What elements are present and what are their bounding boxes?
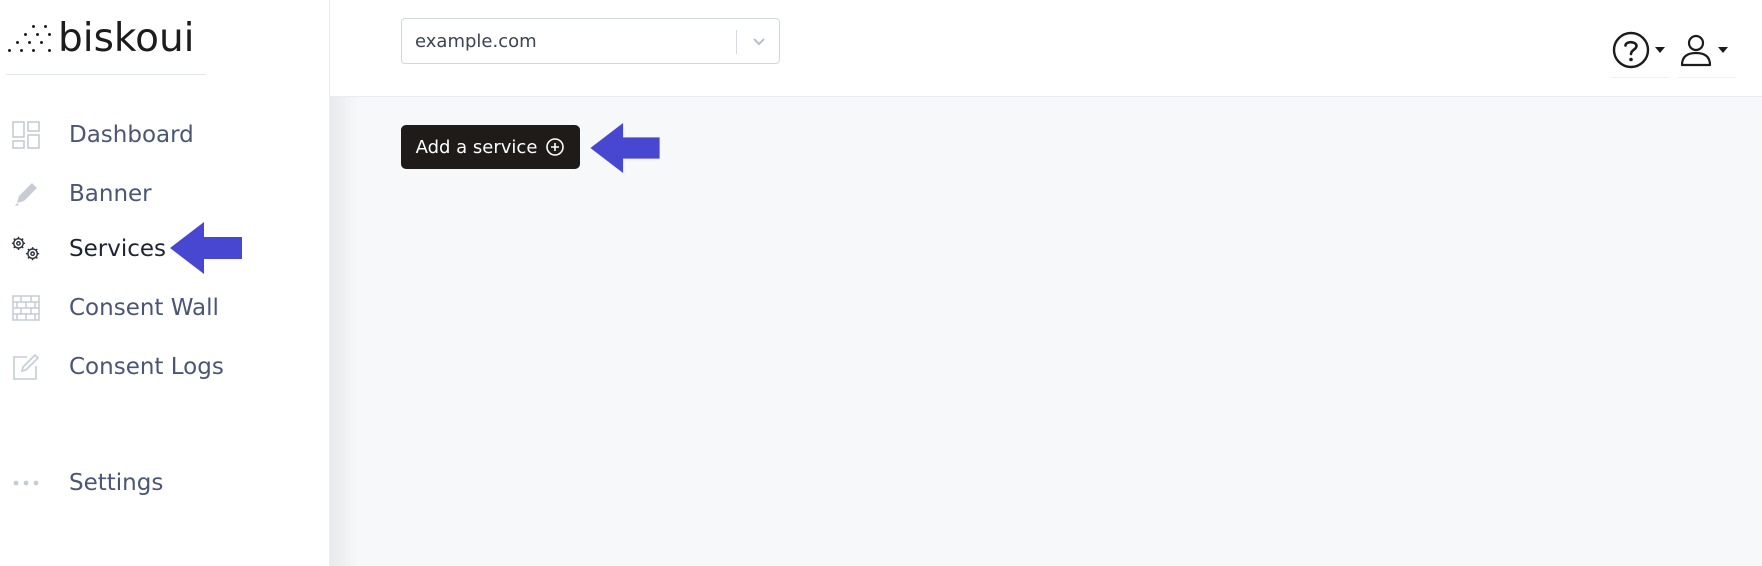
annotation-arrow-icon (170, 222, 242, 274)
dashboard-icon (10, 119, 42, 151)
help-circle-icon (1612, 31, 1650, 68)
add-service-label: Add a service (415, 136, 538, 158)
user-icon (1680, 34, 1712, 66)
sidebar-item-label: Consent Wall (69, 295, 219, 321)
sidebar-item-dashboard[interactable]: Dashboard (0, 113, 330, 157)
sidebar-item-label: Consent Logs (69, 354, 224, 380)
gears-icon (10, 233, 42, 265)
main-content: Add a service (330, 97, 1762, 566)
sidebar-shadow (330, 97, 360, 566)
sidebar-item-settings[interactable]: Settings (0, 461, 330, 505)
sidebar-item-label: Services (69, 236, 166, 262)
pencil-icon (10, 178, 42, 210)
divider (6, 74, 206, 75)
caret-down-icon (1655, 46, 1665, 53)
sidebar-item-banner[interactable]: Banner (0, 172, 330, 216)
sidebar-item-consent-logs[interactable]: Consent Logs (0, 345, 330, 389)
sidebar-item-label: Dashboard (69, 122, 194, 148)
help-menu-button[interactable] (1611, 22, 1669, 78)
select-divider (736, 30, 737, 54)
brand-logo[interactable]: biskoui (6, 16, 195, 60)
sidebar-item-label: Settings (69, 470, 164, 496)
chevron-down-icon[interactable] (749, 31, 769, 51)
add-service-button[interactable]: Add a service (401, 125, 580, 169)
sidebar-item-services[interactable]: Services (0, 227, 330, 271)
sidebar: biskoui Dashboard Banner Services Consen… (0, 0, 330, 566)
top-bar: example.com (330, 0, 1762, 97)
site-select[interactable]: example.com (401, 18, 780, 64)
more-dots-icon (10, 467, 42, 499)
sidebar-item-consent-wall[interactable]: Consent Wall (0, 286, 330, 330)
edit-note-icon (10, 351, 42, 383)
sidebar-item-label: Banner (69, 181, 152, 207)
caret-down-icon (1718, 46, 1728, 53)
brand-name: biskoui (58, 15, 195, 61)
user-menu-button[interactable] (1678, 22, 1736, 78)
annotation-arrow-icon (590, 123, 660, 173)
logo-dots-icon (6, 23, 52, 53)
plus-circle-icon (546, 138, 565, 156)
brick-wall-icon (10, 292, 42, 324)
site-select-value: example.com (415, 30, 537, 52)
